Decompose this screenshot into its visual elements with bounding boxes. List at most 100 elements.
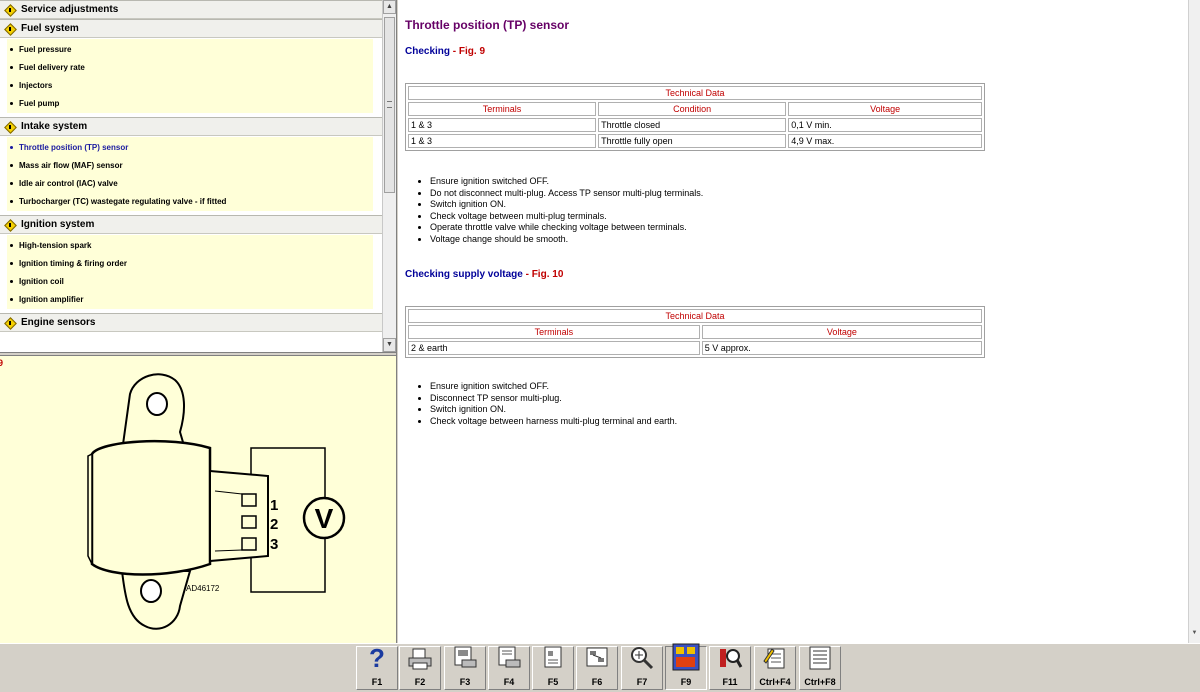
tree-section-header[interactable]: Fuel system — [0, 19, 382, 38]
terminal-pin-3 — [241, 537, 257, 551]
list-item: Voltage change should be smooth. — [430, 234, 703, 246]
toolbar-button-f7[interactable]: F7 — [621, 646, 663, 690]
toolbar-button-label: F9 — [680, 677, 692, 687]
tree-item[interactable]: Throttle position (TP) sensor — [7, 138, 373, 156]
toolbar-button-label: F4 — [503, 677, 515, 687]
list-item: Check voltage between multi-plug termina… — [430, 211, 703, 223]
toolbar-button-f11[interactable]: F11 — [709, 646, 751, 690]
tree-item[interactable]: Turbocharger (TC) wastegate regulating v… — [7, 192, 373, 210]
svg-text:?: ? — [369, 645, 385, 671]
upper-mount-hole — [146, 392, 168, 416]
terminal-label-2: 2 — [270, 516, 278, 533]
bullet-icon — [10, 65, 13, 69]
navigation-tree: Service adjustments Fuel system Fuel press… — [0, 0, 382, 352]
figure-panel: 9 V 1 2 3 AD46172 — [0, 356, 396, 643]
checking-heading: Checking - Fig. 9 — [405, 46, 486, 57]
terminal-label-1: 1 — [270, 497, 278, 514]
list-item: Operate throttle valve while checking vo… — [430, 222, 703, 234]
list-item: Switch ignition ON. — [430, 404, 677, 416]
toolbar-button-label: F11 — [722, 677, 738, 687]
toolbar-button-label: F7 — [636, 677, 648, 687]
search-icon — [717, 645, 743, 677]
table-cell: 5 V approx. — [701, 341, 982, 355]
tree-item-label: Throttle position (TP) sensor — [19, 142, 129, 152]
toolbar-button-f4[interactable]: F4 — [488, 646, 530, 690]
toolbar-button-label: F6 — [591, 677, 603, 687]
figure-10-link[interactable]: Fig. 10 — [532, 269, 564, 280]
tree-section-header[interactable]: Ignition system — [0, 215, 382, 234]
toolbar-button-f3[interactable]: F3 — [444, 646, 486, 690]
toolbar-button-label: F5 — [547, 677, 559, 687]
terminal-label-3: 3 — [270, 536, 278, 553]
tree-section-header[interactable]: Engine sensors — [0, 313, 382, 332]
figure-code: AD46172 — [186, 584, 220, 593]
toolbar-button-f6[interactable]: F6 — [576, 646, 618, 690]
tree-item[interactable]: Mass air flow (MAF) sensor — [7, 156, 373, 174]
section-title: Intake system — [21, 121, 88, 132]
column-header: Condition — [598, 102, 787, 116]
toolbar-button-f1[interactable]: ? F1 — [356, 643, 398, 690]
table-caption: Technical Data — [408, 309, 982, 323]
tree-item[interactable]: High-tension spark — [7, 236, 373, 254]
section-diamond-icon — [5, 220, 15, 230]
table-cell: Throttle fully open — [598, 134, 787, 148]
toolbar-button-f2[interactable]: F2 — [399, 646, 441, 690]
terminal-pin-1 — [241, 493, 257, 507]
voltmeter-letter: V — [315, 503, 334, 534]
tree-item-label: Ignition timing & firing order — [19, 258, 127, 268]
tree-item-label: Injectors — [19, 80, 53, 90]
supply-voltage-heading: Checking supply voltage - Fig. 10 — [405, 269, 564, 280]
toolbar-button-ctrl-f8[interactable]: Ctrl+F8 — [799, 646, 841, 690]
tree-item[interactable]: Fuel pressure — [7, 40, 373, 58]
toolbar-button-ctrl-f4[interactable]: Ctrl+F4 — [754, 646, 796, 690]
toolbar-button-label: Ctrl+F4 — [759, 677, 791, 687]
tree-section-items: High-tension spark Ignition timing & firi… — [7, 235, 373, 309]
tree-item[interactable]: Ignition timing & firing order — [7, 254, 373, 272]
bullet-icon — [10, 199, 13, 203]
section-diamond-icon — [5, 24, 15, 34]
section-title: Engine sensors — [21, 317, 96, 328]
section-diamond-icon — [5, 318, 15, 328]
scroll-up-button[interactable]: ▲ — [383, 0, 396, 14]
section-title: Fuel system — [21, 23, 79, 34]
figure-9-link[interactable]: Fig. 9 — [459, 46, 485, 57]
tree-scrollbar[interactable]: ▲ ▼ — [382, 0, 396, 352]
column-header: Terminals — [408, 102, 597, 116]
toolbar-button-label: F2 — [414, 677, 426, 687]
content-scrollbar[interactable]: ▼ — [1188, 0, 1200, 643]
tree-item[interactable]: Idle air control (IAC) valve — [7, 174, 373, 192]
diagram-icon — [584, 645, 610, 677]
toolbar-button-f5[interactable]: F5 — [532, 646, 574, 690]
list-item: Switch ignition ON. — [430, 199, 703, 211]
supply-voltage-steps: Ensure ignition switched OFF. Disconnect… — [405, 381, 677, 427]
bullet-icon — [10, 243, 13, 247]
column-header: Voltage — [701, 325, 982, 339]
list-icon — [807, 645, 833, 677]
toolbar-button-f9[interactable]: F9 — [665, 643, 707, 690]
section-diamond-icon — [5, 122, 15, 132]
table-cell: 4,9 V max. — [788, 134, 982, 148]
tree-item[interactable]: Fuel pump — [7, 94, 373, 112]
notepad-pen-icon — [762, 645, 788, 677]
section-title: Service adjustments — [21, 4, 119, 15]
lower-mount-hole — [140, 579, 162, 603]
tree-item[interactable]: Ignition amplifier — [7, 290, 373, 308]
tree-item[interactable]: Ignition coil — [7, 272, 373, 290]
scroll-down-icon[interactable]: ▼ — [1190, 630, 1199, 640]
tree-section-header[interactable]: Intake system — [0, 117, 382, 136]
table-cell: Throttle closed — [598, 118, 787, 132]
toolbar-button-label: F1 — [371, 677, 383, 687]
bullet-icon — [10, 181, 13, 185]
bullet-icon — [10, 83, 13, 87]
scroll-down-button[interactable]: ▼ — [383, 338, 396, 352]
tree-section-items: Fuel pressure Fuel delivery rate Injectors… — [7, 39, 373, 113]
tree-item[interactable]: Injectors — [7, 76, 373, 94]
list-item: Do not disconnect multi-plug. Access TP … — [430, 188, 703, 200]
section-diamond-icon — [5, 5, 15, 15]
table-cell: 1 & 3 — [408, 118, 597, 132]
tree-section-header[interactable]: Service adjustments — [0, 0, 382, 19]
tree-item[interactable]: Fuel delivery rate — [7, 58, 373, 76]
scroll-thumb[interactable] — [384, 17, 395, 193]
tree-item-label: Mass air flow (MAF) sensor — [19, 160, 123, 170]
technical-data-table-2: Technical Data Terminals Voltage 2 & ear… — [405, 306, 985, 358]
